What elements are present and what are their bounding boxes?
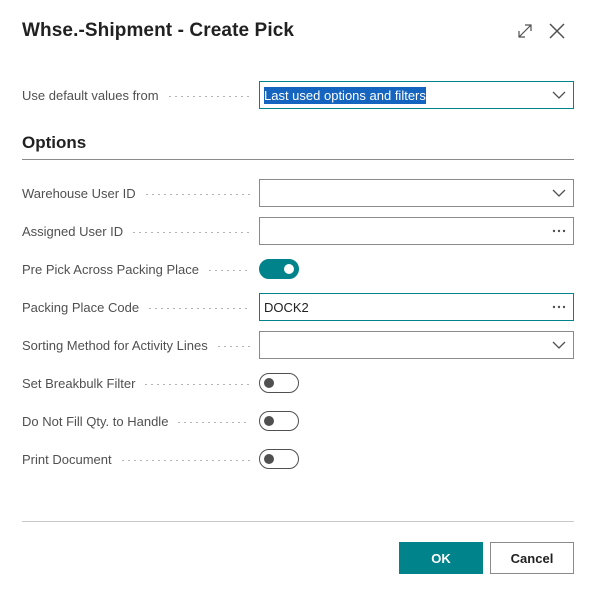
- breakbulk-toggle[interactable]: [259, 373, 299, 393]
- packing-place-code-label: Packing Place Code: [22, 299, 140, 315]
- assigned-user-id-field[interactable]: [259, 217, 574, 245]
- dot-leader: [215, 346, 250, 347]
- defaults-row: Use default values from Last used option…: [22, 81, 574, 109]
- toggle-knob: [264, 378, 274, 388]
- do-not-fill-qty-label: Do Not Fill Qty. to Handle: [22, 413, 169, 429]
- warehouse-user-id-label: Warehouse User ID: [22, 185, 136, 201]
- pre-pick-toggle[interactable]: [259, 259, 299, 279]
- close-icon[interactable]: [547, 21, 567, 41]
- defaults-select[interactable]: Last used options and filters: [259, 81, 574, 109]
- section-divider: [22, 159, 574, 160]
- warehouse-user-id-select[interactable]: [259, 179, 574, 207]
- dot-leader: [143, 194, 250, 195]
- toggle-knob: [264, 416, 274, 426]
- print-document-label: Print Document: [22, 451, 112, 467]
- ok-button[interactable]: OK: [399, 542, 483, 574]
- print-document-toggle[interactable]: [259, 449, 299, 469]
- expand-icon[interactable]: [515, 21, 535, 41]
- sorting-method-label: Sorting Method for Activity Lines: [22, 337, 208, 353]
- do-not-fill-qty-row: Do Not Fill Qty. to Handle: [22, 407, 574, 435]
- options-section-title: Options: [22, 133, 87, 152]
- sorting-method-row: Sorting Method for Activity Lines: [22, 331, 574, 359]
- defaults-value: Last used options and filters: [264, 86, 426, 104]
- dot-leader: [143, 384, 250, 385]
- packing-place-code-field[interactable]: DOCK2: [259, 293, 574, 321]
- sorting-method-select[interactable]: [259, 331, 574, 359]
- packing-place-code-value: DOCK2: [264, 299, 309, 315]
- pre-pick-label: Pre Pick Across Packing Place: [22, 261, 200, 277]
- dialog-title: Whse.-Shipment - Create Pick: [22, 20, 295, 41]
- breakbulk-row: Set Breakbulk Filter: [22, 369, 574, 397]
- pre-pick-row: Pre Pick Across Packing Place: [22, 255, 574, 283]
- packing-place-code-row: Packing Place Code DOCK2: [22, 293, 574, 321]
- chevron-down-icon[interactable]: [545, 332, 573, 358]
- assigned-user-id-label: Assigned User ID: [22, 223, 124, 239]
- chevron-down-icon[interactable]: [545, 82, 573, 108]
- chevron-down-icon[interactable]: [545, 180, 573, 206]
- dot-leader: [166, 96, 250, 97]
- dot-leader: [207, 270, 250, 271]
- do-not-fill-qty-toggle[interactable]: [259, 411, 299, 431]
- ellipsis-icon[interactable]: [545, 294, 573, 320]
- toggle-knob: [284, 264, 294, 274]
- dot-leader: [176, 422, 250, 423]
- defaults-label: Use default values from: [22, 87, 159, 103]
- dot-leader: [119, 460, 250, 461]
- dot-leader: [131, 232, 250, 233]
- warehouse-user-id-row: Warehouse User ID: [22, 179, 574, 207]
- breakbulk-label: Set Breakbulk Filter: [22, 375, 136, 391]
- toggle-knob: [264, 454, 274, 464]
- dot-leader: [147, 308, 250, 309]
- cancel-button[interactable]: Cancel: [490, 542, 574, 574]
- ellipsis-icon[interactable]: [545, 218, 573, 244]
- footer-divider: [22, 521, 574, 522]
- print-document-row: Print Document: [22, 445, 574, 473]
- assigned-user-id-row: Assigned User ID: [22, 217, 574, 245]
